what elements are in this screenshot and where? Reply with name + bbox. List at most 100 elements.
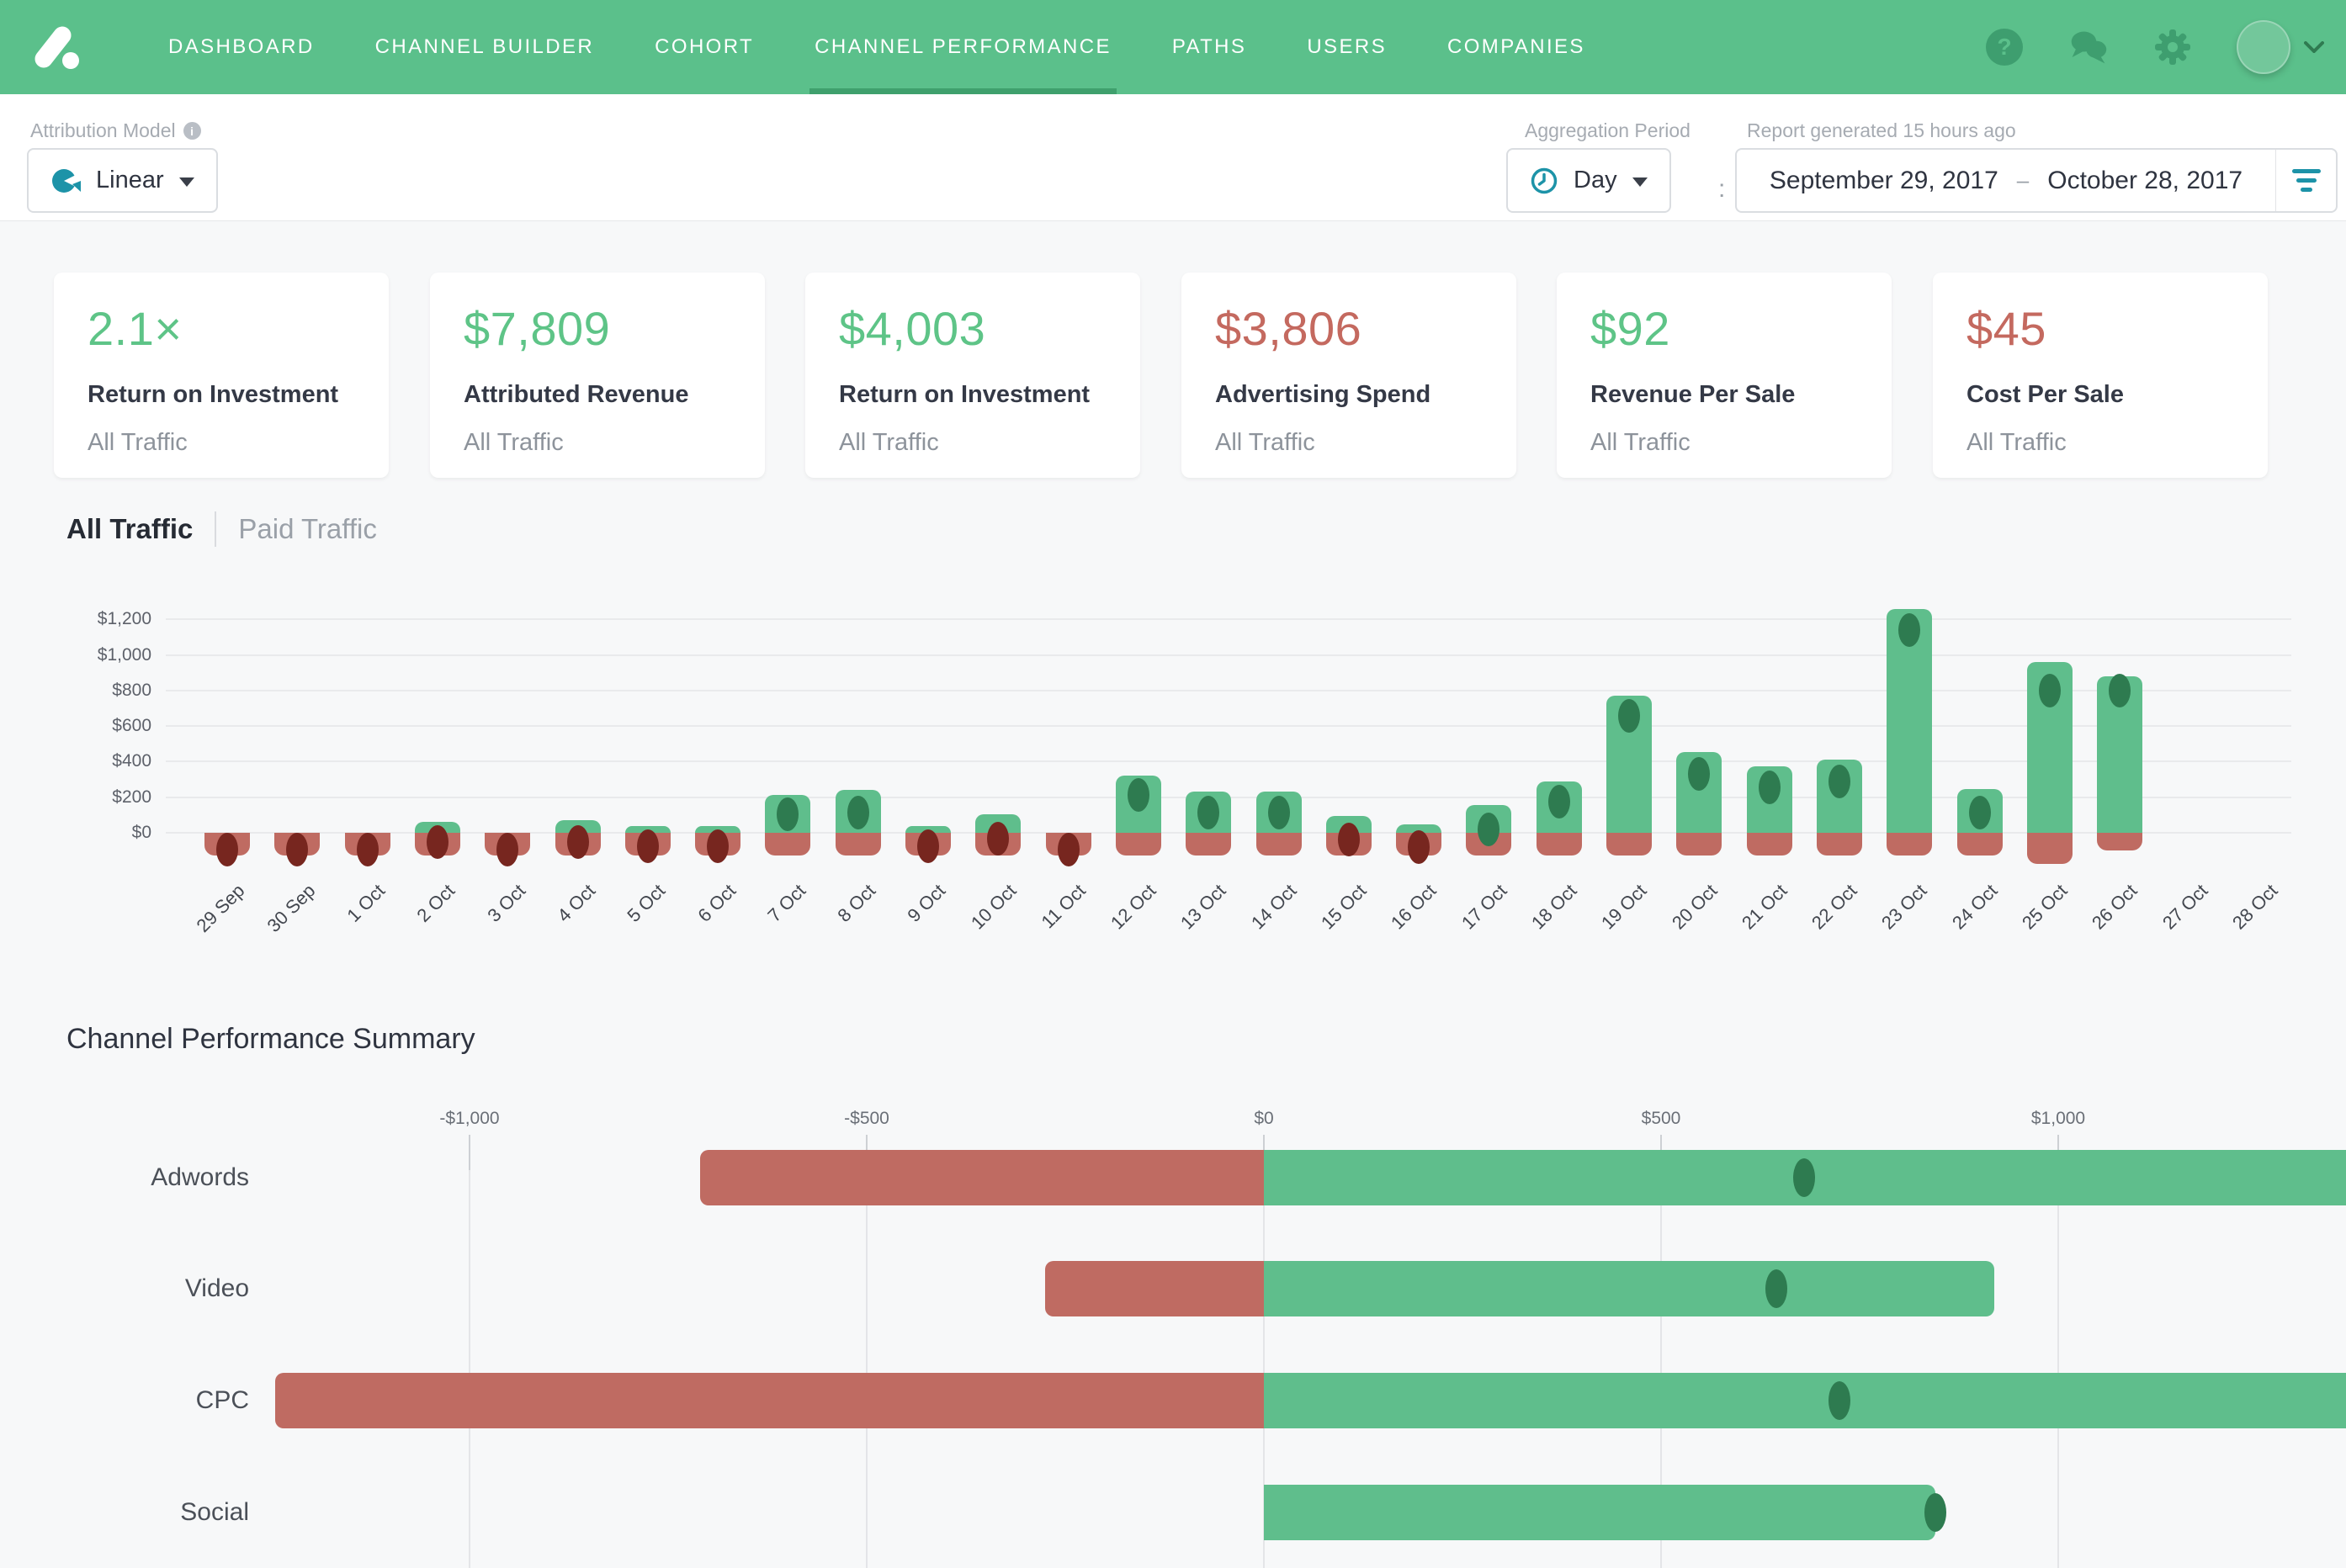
spend-bar-26-oct[interactable] xyxy=(2097,833,2142,850)
net-dot-2-oct[interactable] xyxy=(427,825,448,859)
channel-label-video: Video xyxy=(0,1271,249,1306)
spend-bar-24-oct[interactable] xyxy=(1957,833,2003,856)
main-nav: DASHBOARDCHANNEL BUILDERCOHORTCHANNEL PE… xyxy=(138,0,1616,94)
net-dot-22-oct[interactable] xyxy=(1828,765,1850,798)
x-axis-date-label: 4 Oct xyxy=(553,880,600,927)
caret-down-icon xyxy=(179,177,194,187)
spend-bar-8-oct[interactable] xyxy=(836,833,881,856)
align-left-bar xyxy=(2296,178,2317,183)
revenue-bar-video[interactable] xyxy=(1264,1261,1994,1316)
user-avatar[interactable] xyxy=(2237,20,2290,74)
channel-label-social: Social xyxy=(0,1495,249,1530)
net-dot-1-oct[interactable] xyxy=(357,833,379,866)
spend-bar-12-oct[interactable] xyxy=(1116,833,1161,856)
y-axis-tick-label: $400 xyxy=(0,750,151,773)
x-axis-date-label: 25 Oct xyxy=(2018,880,2072,934)
x-axis-date-label: 20 Oct xyxy=(1667,880,1721,934)
aggregation-period-label: Aggregation Period xyxy=(1525,119,1690,142)
spend-bar-7-oct[interactable] xyxy=(765,833,810,856)
nav-item-users[interactable]: USERS xyxy=(1276,0,1417,94)
net-dot-23-oct[interactable] xyxy=(1898,613,1920,647)
caret-down-icon xyxy=(1632,177,1648,187)
tab-all-traffic[interactable]: All Traffic xyxy=(66,513,193,545)
app-logo-icon[interactable] xyxy=(29,20,82,74)
spend-bar-adwords[interactable] xyxy=(700,1150,1264,1205)
kpi-label: Cost Per Sale xyxy=(1966,381,2234,409)
chevron-down-icon[interactable] xyxy=(2304,41,2324,53)
spend-bar-23-oct[interactable] xyxy=(1887,833,1932,856)
x-axis-date-label: 21 Oct xyxy=(1738,880,1791,934)
date-range-picker[interactable]: September 29, 2017 – October 28, 2017 xyxy=(1735,148,2338,213)
chat-icon[interactable] xyxy=(2068,27,2109,67)
y-axis-tick-label: $1,200 xyxy=(0,607,151,631)
net-dot-social[interactable] xyxy=(1924,1493,1946,1532)
net-dot-6-oct[interactable] xyxy=(707,829,729,863)
kpi-label: Return on Investment xyxy=(88,381,355,409)
spend-bar-13-oct[interactable] xyxy=(1186,833,1231,856)
net-dot-12-oct[interactable] xyxy=(1128,778,1149,812)
nav-item-dashboard[interactable]: DASHBOARD xyxy=(138,0,345,94)
date-range-start: September 29, 2017 xyxy=(1770,167,1998,195)
help-icon[interactable]: ? xyxy=(1984,27,2025,67)
x-axis-date-label: 12 Oct xyxy=(1107,880,1160,934)
net-dot-adwords[interactable] xyxy=(1793,1158,1815,1197)
info-icon[interactable]: i xyxy=(183,122,201,140)
net-dot-4-oct[interactable] xyxy=(567,825,589,859)
kpi-label: Return on Investment xyxy=(839,381,1107,409)
align-left-icon[interactable] xyxy=(2275,150,2336,211)
spend-bar-25-oct[interactable] xyxy=(2027,833,2073,864)
net-dot-5-oct[interactable] xyxy=(637,829,659,863)
net-dot-15-oct[interactable] xyxy=(1338,823,1360,856)
x-axis-date-label: 9 Oct xyxy=(904,880,951,927)
attribution-model-label-text: Attribution Model xyxy=(30,119,176,142)
revenue-bar-cpc[interactable] xyxy=(1264,1373,2346,1428)
nav-item-paths[interactable]: PATHS xyxy=(1142,0,1276,94)
net-dot-13-oct[interactable] xyxy=(1197,796,1219,829)
net-dot-video[interactable] xyxy=(1765,1269,1787,1308)
net-dot-3-oct[interactable] xyxy=(496,833,518,866)
summary-axis-label: $500 xyxy=(1585,1109,1737,1129)
report-generated-text: Report generated 15 hours ago xyxy=(1747,119,2016,142)
x-axis-date-label: 1 Oct xyxy=(342,880,390,927)
x-axis-date-label: 18 Oct xyxy=(1527,880,1581,934)
filter-bar: Attribution Model i Linear Aggregation P… xyxy=(0,94,2346,221)
attribution-model-dropdown[interactable]: Linear xyxy=(27,148,218,213)
tab-paid-traffic[interactable]: Paid Traffic xyxy=(238,513,376,545)
net-dot-29-sep[interactable] xyxy=(216,833,238,866)
net-dot-8-oct[interactable] xyxy=(847,796,869,829)
y-axis-tick-label: $800 xyxy=(0,679,151,702)
spend-bar-22-oct[interactable] xyxy=(1817,833,1862,856)
net-dot-25-oct[interactable] xyxy=(2039,674,2061,707)
date-range-separator: – xyxy=(2017,167,2029,193)
gridline-y xyxy=(166,654,2291,656)
spend-bar-cpc[interactable] xyxy=(275,1373,1264,1428)
spend-bar-21-oct[interactable] xyxy=(1747,833,1792,856)
summary-axis-label: -$1,000 xyxy=(394,1109,545,1129)
net-dot-14-oct[interactable] xyxy=(1268,796,1290,829)
spend-bar-18-oct[interactable] xyxy=(1537,833,1582,856)
revenue-bar-social[interactable] xyxy=(1264,1485,1935,1540)
net-dot-9-oct[interactable] xyxy=(917,829,939,863)
nav-item-channel-builder[interactable]: CHANNEL BUILDER xyxy=(345,0,625,94)
x-axis-date-label: 26 Oct xyxy=(2088,880,2142,934)
report-generated-label: Report generated 15 hours ago xyxy=(1747,119,2016,142)
kpi-value: 2.1× xyxy=(88,301,355,356)
net-dot-30-sep[interactable] xyxy=(286,833,308,866)
spend-bar-14-oct[interactable] xyxy=(1256,833,1302,856)
aggregation-period-dropdown[interactable]: Day xyxy=(1506,148,1671,213)
spend-bar-video[interactable] xyxy=(1045,1261,1264,1316)
nav-item-channel-performance[interactable]: CHANNEL PERFORMANCE xyxy=(784,0,1142,94)
net-dot-18-oct[interactable] xyxy=(1548,785,1570,818)
spend-bar-20-oct[interactable] xyxy=(1676,833,1722,856)
net-dot-11-oct[interactable] xyxy=(1058,833,1080,866)
x-axis-date-label: 8 Oct xyxy=(834,880,881,927)
net-dot-24-oct[interactable] xyxy=(1969,796,1991,829)
nav-item-cohort[interactable]: COHORT xyxy=(624,0,784,94)
net-dot-26-oct[interactable] xyxy=(2109,674,2131,707)
nav-item-companies[interactable]: COMPANIES xyxy=(1417,0,1616,94)
aggregation-period-label-text: Aggregation Period xyxy=(1525,119,1690,142)
net-dot-16-oct[interactable] xyxy=(1408,830,1430,864)
settings-gear-icon[interactable] xyxy=(2152,27,2193,67)
spend-bar-19-oct[interactable] xyxy=(1606,833,1652,856)
net-dot-21-oct[interactable] xyxy=(1759,771,1781,804)
